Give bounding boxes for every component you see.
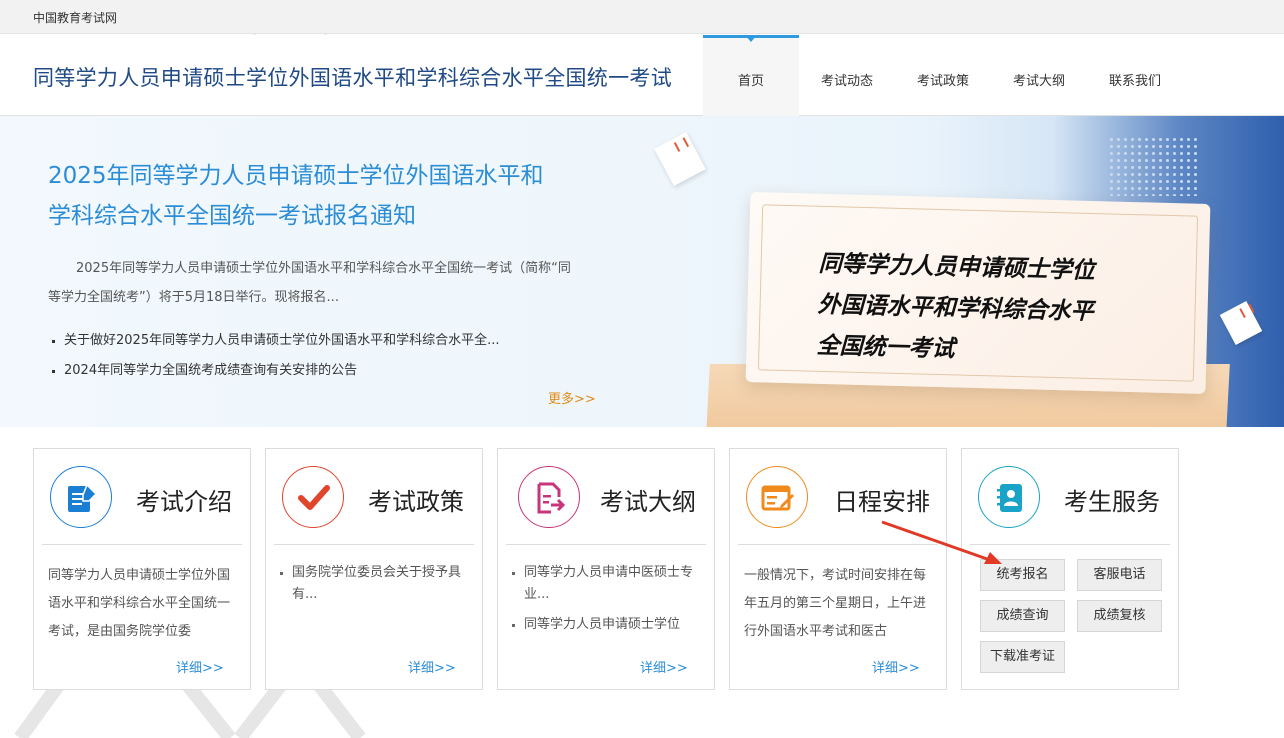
list-item[interactable]: 国务院学位委员会关于授予具有... <box>278 562 474 606</box>
detail-link[interactable]: 详细>> <box>408 657 456 676</box>
banner-summary: 2025年同等学力人员申请硕士学位外国语水平和学科综合水平全国统一考试（简称“同… <box>48 261 571 305</box>
panel-title[interactable]: 考试政策 <box>368 482 464 517</box>
banner-image-text: 同等学力人员申请硕士学位 外国语水平和学科综合水平 全国统一考试 <box>816 244 1095 374</box>
exam-policy-panel: 考试政策 国务院学位委员会关于授予具有... 详细>> <box>265 448 483 690</box>
divider <box>506 544 706 545</box>
exam-syllabus-panel: 考试大纲 同等学力人员申请中医硕士专业... 同等学力人员申请硕士学位 详细>> <box>497 448 715 690</box>
banner-image-text-line2: 外国语水平和学科综合水平 <box>817 291 1094 326</box>
nav-item-home[interactable]: 首页 <box>703 35 799 116</box>
document-edit-icon[interactable] <box>50 466 112 528</box>
syllabus-list: 同等学力人员申请中医硕士专业... 同等学力人员申请硕士学位 <box>510 562 706 644</box>
nav-item-contact-us[interactable]: 联系我们 <box>1087 35 1183 116</box>
site-title: 同等学力人员申请硕士学位外国语水平和学科综合水平全国统一考试 <box>33 66 672 90</box>
panel-title[interactable]: 考生服务 <box>1064 482 1160 517</box>
contact-book-icon[interactable] <box>978 466 1040 528</box>
banner-news-list: 关于做好2025年同等学力人员申请硕士学位外国语水平和学科综合水平全... 20… <box>52 326 499 386</box>
hero-banner: 2025年同等学力人员申请硕士学位外国语水平和 学科综合水平全国统一考试报名通知… <box>0 116 1284 427</box>
calendar-edit-icon[interactable] <box>746 466 808 528</box>
nav-item-exam-syllabus[interactable]: 考试大纲 <box>991 35 1087 116</box>
banner-headline[interactable]: 2025年同等学力人员申请硕士学位外国语水平和 学科综合水平全国统一考试报名通知 <box>48 156 588 236</box>
banner-image-text-line3: 全国统一考试 <box>816 332 955 363</box>
panel-header: 考试大纲 <box>498 449 714 545</box>
news-item[interactable]: 2024年同等学力全国统考成绩查询有关安排的公告 <box>52 356 499 386</box>
download-admission-ticket-button[interactable]: 下载准考证 <box>980 641 1065 673</box>
banner-image-text-line1: 同等学力人员申请硕士学位 <box>818 250 1095 285</box>
panel-text: 一般情况下，考试时间安排在每年五月的第三个星期日，上午进行外国语水平考试和医古 <box>744 568 927 639</box>
score-review-button[interactable]: 成绩复核 <box>1077 600 1162 632</box>
panel-title[interactable]: 考试介绍 <box>136 482 232 517</box>
nav-item-exam-policy[interactable]: 考试政策 <box>895 35 991 116</box>
banner-paper-graphic: 同等学力人员申请硕士学位 外国语水平和学科综合水平 全国统一考试 <box>745 192 1211 394</box>
score-query-button[interactable]: 成绩查询 <box>980 600 1065 632</box>
flying-paper-icon <box>654 132 706 186</box>
annotation-arrow-icon <box>881 520 1002 564</box>
nav-item-exam-news[interactable]: 考试动态 <box>799 35 895 116</box>
dot-pattern <box>1108 136 1198 196</box>
detail-link[interactable]: 详细>> <box>640 657 688 676</box>
more-link[interactable]: 更多>> <box>548 388 596 407</box>
site-name-link[interactable]: 中国教育考试网 <box>33 9 117 26</box>
exam-intro-panel: 考试介绍 同等学力人员申请硕士学位外国语水平和学科综合水平全国统一考试，是由国务… <box>33 448 251 690</box>
banner-headline-line1: 2025年同等学力人员申请硕士学位外国语水平和 <box>48 163 544 189</box>
news-item[interactable]: 关于做好2025年同等学力人员申请硕士学位外国语水平和学科综合水平全... <box>52 326 499 356</box>
divider <box>274 544 474 545</box>
banner-headline-line2: 学科综合水平全国统一考试报名通知 <box>48 203 416 229</box>
main-nav: 首页 考试动态 考试政策 考试大纲 联系我们 <box>703 35 1183 116</box>
policy-list: 国务院学位委员会关于授予具有... <box>278 562 474 614</box>
panel-header: 考试政策 <box>266 449 482 545</box>
flying-paper-icon <box>1219 300 1263 346</box>
detail-link[interactable]: 详细>> <box>872 657 920 676</box>
customer-service-phone-button[interactable]: 客服电话 <box>1077 559 1162 591</box>
top-bar: 中国教育考试网 <box>0 0 1284 34</box>
list-item[interactable]: 同等学力人员申请中医硕士专业... <box>510 562 706 606</box>
checkmark-icon[interactable] <box>282 466 344 528</box>
panel-title[interactable]: 考试大纲 <box>600 482 696 517</box>
file-export-icon[interactable] <box>518 466 580 528</box>
panel-title[interactable]: 日程安排 <box>834 482 930 517</box>
detail-link[interactable]: 详细>> <box>176 657 224 676</box>
list-item[interactable]: 同等学力人员申请硕士学位 <box>510 614 706 636</box>
divider <box>42 544 242 545</box>
panel-header: 考试介绍 <box>34 449 250 545</box>
panel-text: 同等学力人员申请硕士学位外国语水平和学科综合水平全国统一考试，是由国务院学位委 <box>48 568 231 639</box>
site-header: 同等学力人员申请硕士学位外国语水平和学科综合水平全国统一考试 首页 考试动态 考… <box>0 35 1284 116</box>
